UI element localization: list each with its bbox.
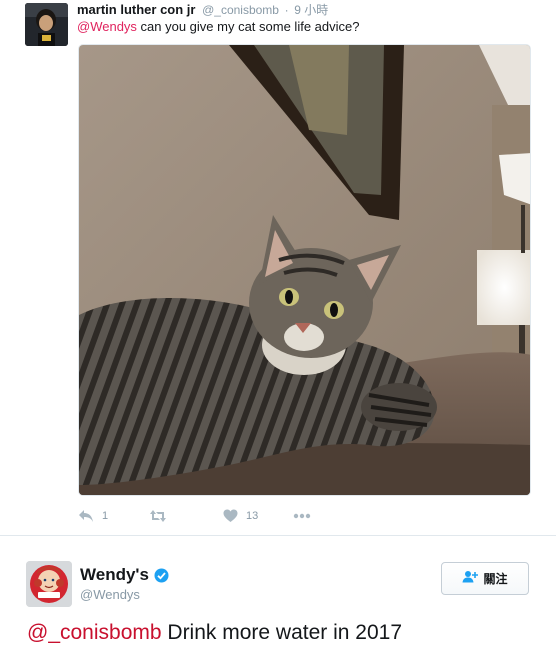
- wendys-name[interactable]: Wendy's: [80, 565, 149, 585]
- heart-icon: [223, 509, 238, 523]
- reply-button[interactable]: 1: [78, 506, 108, 526]
- more-button[interactable]: [293, 506, 311, 526]
- tweet-text: @_conisbomb Drink more water in 2017: [27, 620, 402, 646]
- tweet-text: @Wendys can you give my cat some life ad…: [77, 18, 359, 36]
- retweet-button[interactable]: [149, 506, 167, 526]
- like-button[interactable]: 13: [223, 506, 258, 526]
- header-separator: ·: [284, 3, 289, 17]
- user-fullname[interactable]: martin luther con jr: [77, 2, 195, 17]
- tweet-action-bar: 1 13: [78, 506, 378, 526]
- tweet-reply: Wendy's @Wendys 關注 @_conisbomb Drink mor…: [0, 536, 556, 650]
- user-avatar[interactable]: [25, 3, 68, 46]
- tweet-body: can you give my cat some life advice?: [136, 19, 360, 34]
- user-fullname[interactable]: Wendy's: [80, 565, 169, 585]
- mention-link[interactable]: @Wendys: [77, 19, 137, 34]
- like-count: 13: [246, 510, 259, 522]
- tweet-original: martin luther con jr @_conisbomb · 9 小時 …: [0, 0, 556, 535]
- retweet-icon: [149, 509, 167, 523]
- tweet-header: martin luther con jr @_conisbomb · 9 小時: [77, 2, 328, 18]
- tweet-photo[interactable]: [78, 44, 531, 496]
- follow-person-icon: [462, 570, 479, 588]
- user-handle[interactable]: @_conisbomb: [202, 3, 279, 17]
- reply-icon: [78, 509, 94, 523]
- more-icon: [293, 513, 311, 519]
- tweet-body: Drink more water in 2017: [161, 621, 402, 644]
- wendys-avatar[interactable]: [26, 561, 72, 607]
- reply-count: 1: [102, 510, 109, 522]
- tweet-timestamp[interactable]: 9 小時: [294, 3, 328, 17]
- mention-link[interactable]: @_conisbomb: [27, 621, 162, 644]
- user-handle[interactable]: @Wendys: [80, 587, 140, 602]
- verified-badge-icon: [154, 568, 169, 583]
- follow-button[interactable]: 關注: [441, 562, 529, 595]
- follow-label: 關注: [483, 572, 508, 586]
